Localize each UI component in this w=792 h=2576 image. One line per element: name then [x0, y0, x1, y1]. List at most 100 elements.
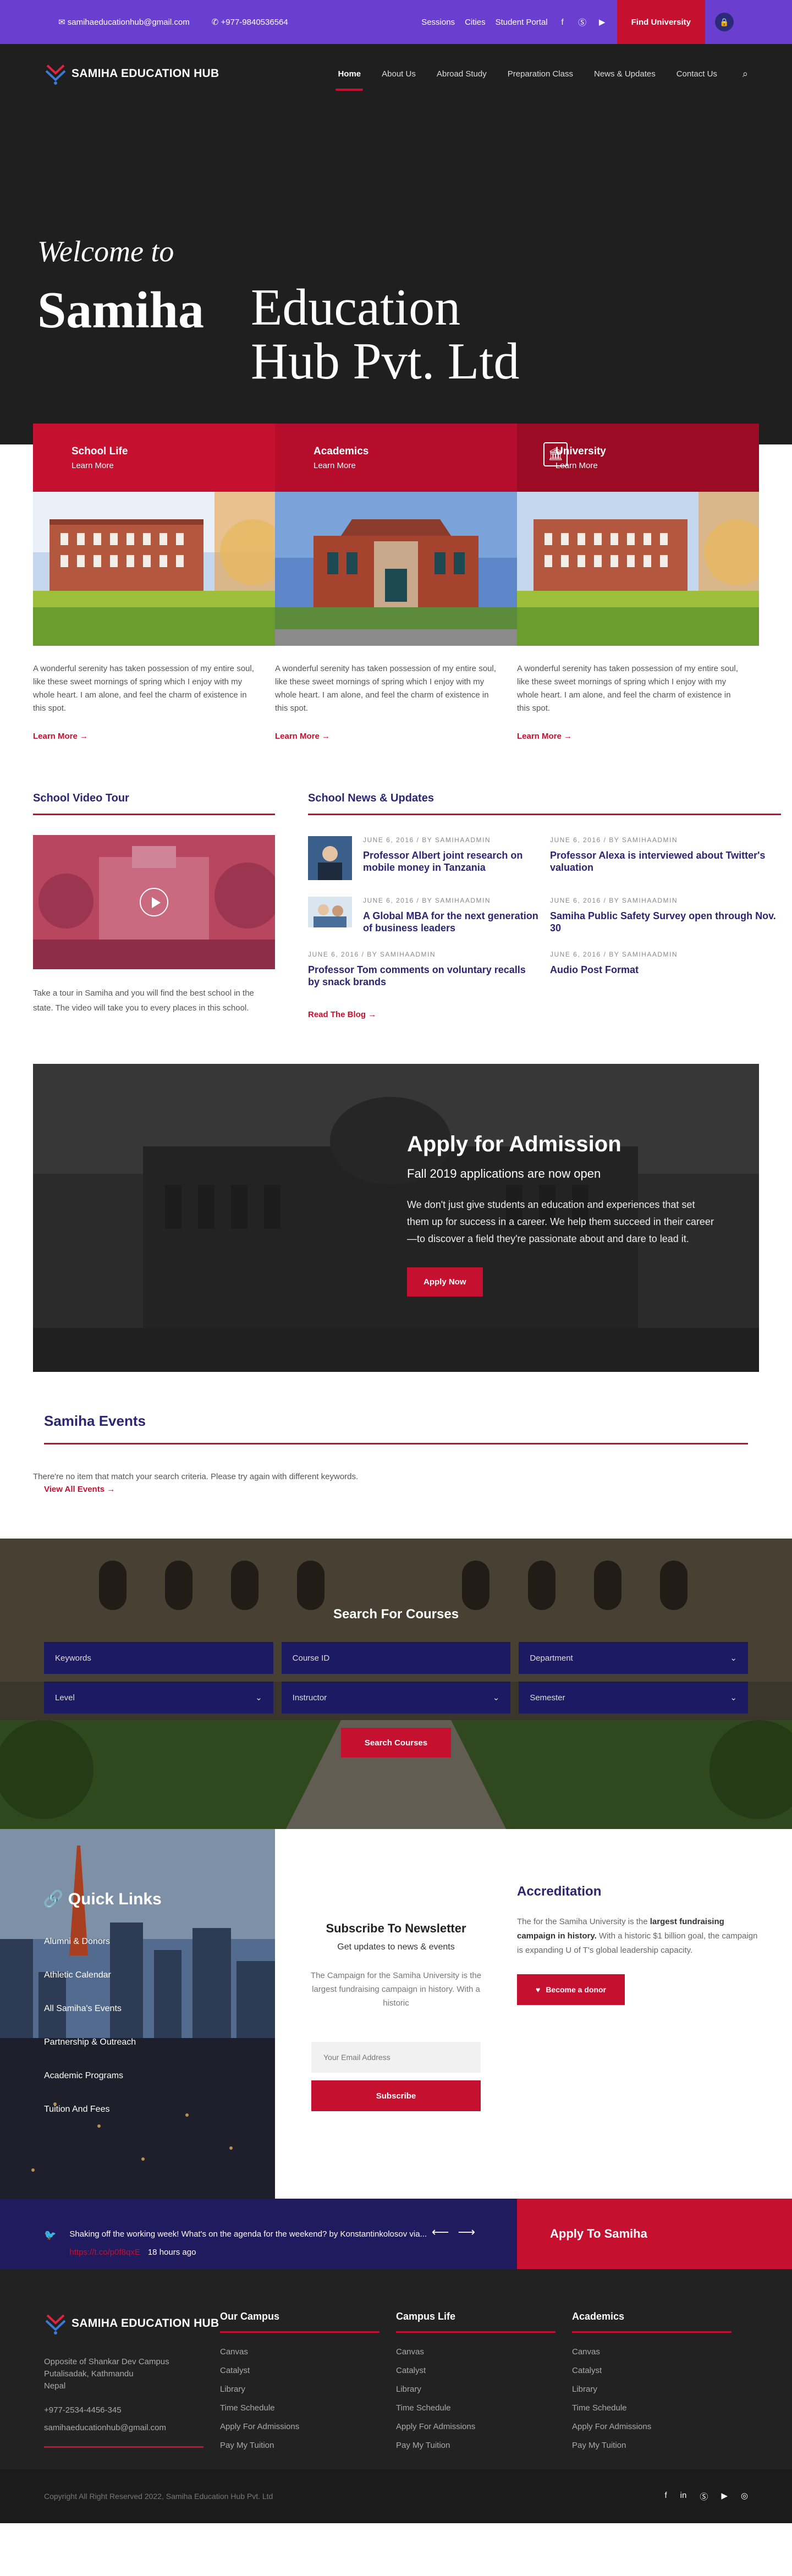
footer-link[interactable]: Pay My Tuition — [220, 2441, 396, 2450]
news-meta: JUNE 6, 2016 / BY SAMIHAADMIN — [550, 836, 678, 844]
news-item[interactable]: JUNE 6, 2016 / BY SAMIHAADMIN Audio Post … — [550, 951, 781, 988]
quick-link-item[interactable]: All Samiha's Events — [44, 2004, 136, 2014]
footer-link[interactable]: Library — [220, 2385, 396, 2394]
news-title[interactable]: Professor Tom comments on voluntary reca… — [308, 964, 539, 988]
view-all-events-link[interactable]: View All Events → — [44, 1485, 115, 1494]
skype-icon[interactable]: Ⓢ — [578, 17, 587, 28]
read-blog-link[interactable]: Read The Blog → — [308, 1010, 376, 1019]
nav-contact-us[interactable]: Contact Us — [676, 69, 717, 79]
news-item[interactable]: JUNE 6, 2016 / BY SAMIHAADMIN Samiha Publ… — [550, 897, 781, 934]
card-header[interactable]: 🏛 University Learn More — [517, 424, 759, 492]
topbar-link-student-portal[interactable]: Student Portal — [496, 18, 548, 27]
footer-link[interactable]: Apply For Admissions — [220, 2422, 396, 2431]
skype-icon[interactable]: Ⓢ — [700, 2491, 708, 2502]
search-icon[interactable]: ⌕ — [743, 68, 748, 80]
news-title[interactable]: Professor Alexa is interviewed about Twi… — [550, 849, 781, 874]
news-list: JUNE 6, 2016 / BY SAMIHAADMIN Professor A… — [308, 836, 781, 988]
footer-link[interactable]: Apply For Admissions — [572, 2422, 748, 2431]
nav-news-updates[interactable]: News & Updates — [594, 69, 656, 79]
card-header[interactable]: School Life Learn More — [33, 424, 275, 492]
quick-links-title: Quick Links — [68, 1890, 162, 1908]
brand-name: SAMIHA EDUCATION HUB — [72, 2317, 219, 2330]
footer-link[interactable]: Library — [396, 2385, 572, 2394]
logo-icon — [45, 64, 66, 85]
link-icon: 🔗 — [43, 1890, 68, 1908]
facebook-icon[interactable]: f — [664, 2491, 667, 2502]
news-title[interactable]: Audio Post Format — [550, 964, 678, 976]
facebook-icon[interactable]: f — [558, 18, 568, 27]
nav-preparation-class[interactable]: Preparation Class — [508, 69, 573, 79]
tour-text: Take a tour in Samiha and you will find … — [33, 988, 254, 1013]
phone-link[interactable]: ✆ +977-9840536564 — [212, 17, 288, 27]
footer-phone[interactable]: +977-2534-4456-345 — [44, 2404, 220, 2416]
footer-link[interactable]: Catalyst — [220, 2366, 396, 2375]
department-select[interactable]: Department ⌄ — [519, 1642, 748, 1674]
arrow-left-icon[interactable]: ⟵ — [432, 2225, 458, 2239]
lock-icon[interactable]: 🔒 — [715, 13, 734, 31]
footer-link[interactable]: Canvas — [396, 2347, 572, 2357]
newsletter: Subscribe To Newsletter Get updates to n… — [275, 1829, 517, 2199]
course-id-input[interactable]: Course ID — [281, 1642, 511, 1674]
footer-link[interactable]: Catalyst — [396, 2366, 572, 2375]
card-school-life: School Life Learn More A wonderful sereni… — [33, 424, 275, 742]
quick-link-item[interactable]: Academic Programs — [44, 2071, 136, 2081]
email-field[interactable]: Your Email Address — [311, 2042, 481, 2073]
learn-more-link[interactable]: Learn More → — [275, 732, 330, 741]
level-select[interactable]: Level ⌄ — [44, 1682, 273, 1713]
nav-about-us[interactable]: About Us — [382, 69, 416, 79]
footer-link[interactable]: Time Schedule — [396, 2403, 572, 2413]
news-item[interactable]: JUNE 6, 2016 / BY SAMIHAADMIN Professor A… — [308, 836, 539, 880]
youtube-icon[interactable]: ▶ — [721, 2491, 728, 2502]
video-thumbnail[interactable] — [33, 835, 275, 969]
card-header[interactable]: Academics Learn More — [275, 424, 517, 492]
learn-more-link[interactable]: Learn More → — [33, 732, 88, 741]
university-icon: 🏛 — [543, 442, 568, 466]
quick-link-item[interactable]: Alumni & Donors — [44, 1937, 136, 1947]
email-link[interactable]: ✉ samihaeducationhub@gmail.com — [58, 17, 190, 27]
topbar-link-sessions[interactable]: Sessions — [421, 18, 455, 27]
news-item[interactable]: JUNE 6, 2016 / BY SAMIHAADMIN A Global MB… — [308, 897, 539, 934]
apply-now-button[interactable]: Apply Now — [407, 1267, 483, 1297]
tweet-link[interactable]: https://t.co/p0f8qxE — [69, 2248, 140, 2257]
play-icon[interactable] — [140, 888, 168, 916]
find-university-button[interactable]: Find University — [617, 0, 705, 44]
footer-link[interactable]: Apply For Admissions — [396, 2422, 572, 2431]
quick-link-item[interactable]: Athletic Calendar — [44, 1970, 136, 1980]
admission-banner: Apply for Admission Fall 2019 applicatio… — [33, 1064, 759, 1372]
topbar-link-cities[interactable]: Cities — [465, 18, 486, 27]
footer-logo[interactable]: SAMIHA EDUCATION HUB — [44, 2311, 220, 2336]
footer-link[interactable]: Pay My Tuition — [396, 2441, 572, 2450]
nav-home[interactable]: Home — [336, 69, 363, 91]
news-title[interactable]: A Global MBA for the next generation of … — [363, 910, 539, 934]
keywords-input[interactable]: Keywords — [44, 1642, 273, 1674]
search-courses-button[interactable]: Search Courses — [341, 1728, 451, 1757]
news-item[interactable]: JUNE 6, 2016 / BY SAMIHAADMIN Professor T… — [308, 951, 539, 988]
instagram-icon[interactable]: ◎ — [741, 2491, 748, 2502]
footer-link[interactable]: Canvas — [220, 2347, 396, 2357]
news-title[interactable]: Professor Albert joint research on mobil… — [363, 849, 539, 874]
footer-link[interactable]: Canvas — [572, 2347, 748, 2357]
footer-email[interactable]: samihaeducationhub@gmail.com — [44, 2422, 204, 2448]
site-logo[interactable]: SAMIHA EDUCATION HUB — [44, 61, 219, 86]
become-donor-button[interactable]: ♥ Become a donor — [517, 1974, 625, 2005]
footer-link[interactable]: Catalyst — [572, 2366, 748, 2375]
footer-link[interactable]: Time Schedule — [572, 2403, 748, 2413]
footer-link[interactable]: Library — [572, 2385, 748, 2394]
footer-link[interactable]: Time Schedule — [220, 2403, 396, 2413]
instructor-select[interactable]: Instructor ⌄ — [281, 1682, 511, 1713]
footer-link[interactable]: Pay My Tuition — [572, 2441, 748, 2450]
subscribe-button[interactable]: Subscribe — [311, 2080, 481, 2111]
news-item[interactable]: JUNE 6, 2016 / BY SAMIHAADMIN Professor A… — [550, 836, 781, 880]
semester-select[interactable]: Semester ⌄ — [519, 1682, 748, 1713]
feature-cards: School Life Learn More A wonderful sereni… — [33, 424, 759, 742]
apply-to-samiha-button[interactable]: Apply To Samiha — [517, 2199, 792, 2269]
twitter-feed: 🐦 Shaking off the working week! What's o… — [0, 2199, 517, 2269]
arrow-right-icon[interactable]: ⟶ — [458, 2225, 484, 2239]
linkedin-icon[interactable]: in — [680, 2491, 687, 2502]
nav-abroad-study[interactable]: Abroad Study — [437, 69, 487, 79]
news-title[interactable]: Samiha Public Safety Survey open through… — [550, 910, 781, 934]
quick-link-item[interactable]: Partnership & Outreach — [44, 2037, 136, 2047]
youtube-icon[interactable]: ▶ — [597, 17, 607, 27]
learn-more-link[interactable]: Learn More → — [517, 732, 572, 741]
quick-link-item[interactable]: Tuition And Fees — [44, 2105, 136, 2114]
